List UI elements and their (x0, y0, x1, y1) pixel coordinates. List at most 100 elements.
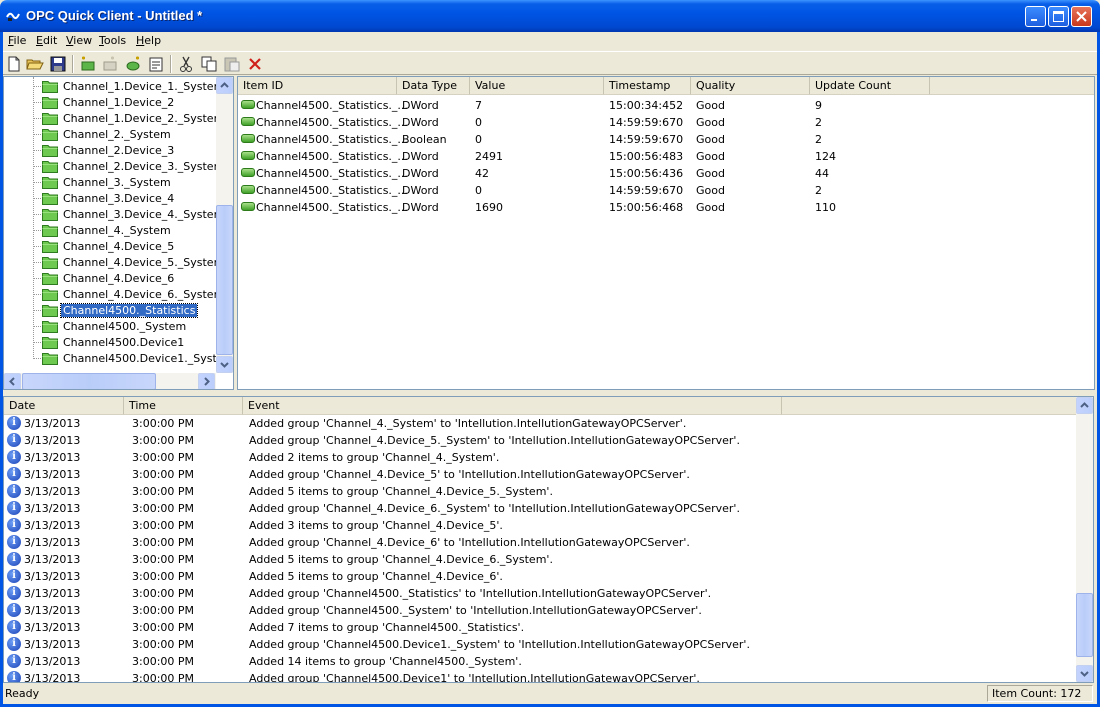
paste-button[interactable] (223, 55, 241, 73)
scroll-down-button[interactable] (216, 356, 233, 373)
info-icon: i (7, 586, 21, 600)
tree-item[interactable]: Channel_1.Device_2 (42, 94, 176, 110)
column-header-timestamp[interactable]: Timestamp (604, 77, 691, 95)
log-row[interactable]: i 3/13/2013 3:00:00 PM Added 5 items to gro… (4, 551, 1093, 568)
log-row[interactable]: i 3/13/2013 3:00:00 PM Added 3 items to gro… (4, 517, 1093, 534)
cell-time: 3:00:00 PM (132, 553, 195, 566)
tree-item[interactable]: Channel_4.Device_5._System (42, 254, 226, 270)
scroll-left-button[interactable] (4, 373, 21, 389)
table-row[interactable]: Channel4500._Statistics._... DWord 42 15:00… (238, 165, 1094, 182)
log-row[interactable]: i 3/13/2013 3:00:00 PM Added group 'Channel… (4, 585, 1093, 602)
new-file-button[interactable] (5, 55, 23, 73)
new-server-button[interactable] (79, 55, 97, 73)
table-row[interactable]: Channel4500._Statistics._... DWord 0 14:59:… (238, 182, 1094, 199)
cell-item-id: Channel4500._Statistics._... (256, 150, 408, 163)
log-vertical-scrollbar[interactable] (1076, 397, 1093, 682)
copy-button[interactable] (200, 55, 218, 73)
log-row[interactable]: i 3/13/2013 3:00:00 PM Added 5 items to gro… (4, 483, 1093, 500)
properties-button[interactable] (147, 55, 165, 73)
menu-file[interactable]: File (8, 34, 26, 47)
log-row[interactable]: i 3/13/2013 3:00:00 PM Added group 'Channel… (4, 534, 1093, 551)
paste-icon (224, 57, 240, 72)
tree-horizontal-scrollbar[interactable] (4, 373, 216, 389)
menu-help[interactable]: Help (136, 34, 161, 47)
close-button[interactable] (1071, 6, 1092, 27)
cell-quality: Good (696, 133, 725, 146)
scroll-right-button[interactable] (198, 373, 215, 389)
tree-item[interactable]: Channel4500.Device1 (42, 334, 186, 350)
tree-item[interactable]: Channel_3.Device_4._System (42, 206, 226, 222)
title-bar[interactable]: OPC Quick Client - Untitled * (0, 0, 1100, 32)
scroll-up-button[interactable] (1076, 397, 1093, 414)
tree-connector (33, 198, 41, 199)
items-list[interactable]: Item ID Data Type Value Timestamp Quality Upd… (237, 76, 1095, 390)
log-row[interactable]: i 3/13/2013 3:00:00 PM Added 7 items to gro… (4, 619, 1093, 636)
tree-vertical-scrollbar[interactable] (216, 77, 233, 373)
column-header-item-id[interactable]: Item ID (238, 77, 397, 95)
event-log[interactable]: Date Time Event i 3/13/2013 3:00:00 PM Added g… (3, 396, 1094, 683)
info-icon: i (7, 569, 21, 583)
tree-item[interactable]: Channel_3._System (42, 174, 173, 190)
table-row[interactable]: Channel4500._Statistics._... DWord 7 15:00:… (238, 97, 1094, 114)
log-row[interactable]: i 3/13/2013 3:00:00 PM Added group 'Channel… (4, 636, 1093, 653)
column-header-update-count[interactable]: Update Count (810, 77, 930, 95)
cut-button[interactable] (177, 55, 195, 73)
scroll-up-button[interactable] (216, 77, 233, 94)
tree-item-label: Channel4500.Device1._System (63, 351, 234, 365)
scroll-down-button[interactable] (1076, 665, 1093, 682)
tree-item[interactable]: Channel_4.Device_6 (42, 270, 176, 286)
tree-item[interactable]: Channel_1.Device_2._System (42, 110, 226, 126)
delete-button[interactable] (246, 55, 264, 73)
menu-tools[interactable]: Tools (99, 34, 126, 47)
tree-item[interactable]: Channel_1.Device_1._System (42, 78, 226, 94)
column-header-time[interactable]: Time (124, 397, 243, 415)
column-header-data-type[interactable]: Data Type (397, 77, 470, 95)
new-group-button[interactable] (101, 55, 119, 73)
log-row[interactable]: i 3/13/2013 3:00:00 PM Added 5 items to gro… (4, 568, 1093, 585)
group-tree[interactable]: Channel_1.Device_1._System Channel_1.Devi… (3, 76, 234, 390)
maximize-button[interactable] (1048, 6, 1069, 27)
table-row[interactable]: Channel4500._Statistics._... DWord 2491 15:… (238, 148, 1094, 165)
tree-item-label: Channel_4.Device_6 (63, 271, 175, 285)
tree-item[interactable]: Channel4500._Statistics (42, 302, 199, 318)
tree-item[interactable]: Channel_4.Device_5 (42, 238, 176, 254)
menu-view[interactable]: View (66, 34, 92, 47)
log-row[interactable]: i 3/13/2013 3:00:00 PM Added 14 items to gr… (4, 653, 1093, 670)
tree-item[interactable]: Channel_2.Device_3 (42, 142, 176, 158)
column-header-event[interactable]: Event (243, 397, 782, 415)
tree-connector (33, 230, 41, 231)
scroll-thumb[interactable] (22, 373, 156, 389)
cell-value: 0 (475, 133, 482, 146)
column-header-quality[interactable]: Quality (691, 77, 810, 95)
log-row[interactable]: i 3/13/2013 3:00:00 PM Added group 'Channel… (4, 432, 1093, 449)
column-header-date[interactable]: Date (4, 397, 124, 415)
table-row[interactable]: Channel4500._Statistics._... DWord 1690 15:… (238, 199, 1094, 216)
column-header-value[interactable]: Value (470, 77, 604, 95)
log-row[interactable]: i 3/13/2013 3:00:00 PM Added group 'Channel… (4, 466, 1093, 483)
log-row[interactable]: i 3/13/2013 3:00:00 PM Added group 'Channel… (4, 500, 1093, 517)
tree-item[interactable]: Channel_2._System (42, 126, 173, 142)
tree-item[interactable]: Channel_3.Device_4 (42, 190, 176, 206)
save-button[interactable] (49, 55, 67, 73)
tree-item[interactable]: Channel_4._System (42, 222, 173, 238)
scroll-thumb[interactable] (216, 205, 233, 355)
table-row[interactable]: Channel4500._Statistics._... DWord 0 14:59:… (238, 114, 1094, 131)
tree-connector (33, 246, 41, 247)
log-row[interactable]: i 3/13/2013 3:00:00 PM Added group 'Channel… (4, 415, 1093, 432)
tree-item[interactable]: Channel_2.Device_3._System (42, 158, 226, 174)
open-button[interactable] (26, 55, 44, 73)
menu-edit[interactable]: Edit (36, 34, 57, 47)
log-row[interactable]: i 3/13/2013 3:00:00 PM Added group 'Channel… (4, 602, 1093, 619)
log-row[interactable]: i 3/13/2013 3:00:00 PM Added group 'Channel… (4, 670, 1093, 683)
log-row[interactable]: i 3/13/2013 3:00:00 PM Added 2 items to gro… (4, 449, 1093, 466)
tree-item[interactable]: Channel_4.Device_6._System (42, 286, 226, 302)
new-item-button[interactable] (124, 55, 142, 73)
cell-value: 0 (475, 116, 482, 129)
tree-item[interactable]: Channel4500.Device1._System (42, 350, 234, 366)
scroll-thumb[interactable] (1076, 593, 1093, 657)
minimize-button[interactable] (1025, 6, 1046, 27)
tree-item[interactable]: Channel4500._System (42, 318, 188, 334)
table-row[interactable]: Channel4500._Statistics._... Boolean 0 14:5… (238, 131, 1094, 148)
cell-quality: Good (696, 150, 725, 163)
cell-event: Added group 'Channel4500.Device1' to 'In… (249, 672, 700, 683)
